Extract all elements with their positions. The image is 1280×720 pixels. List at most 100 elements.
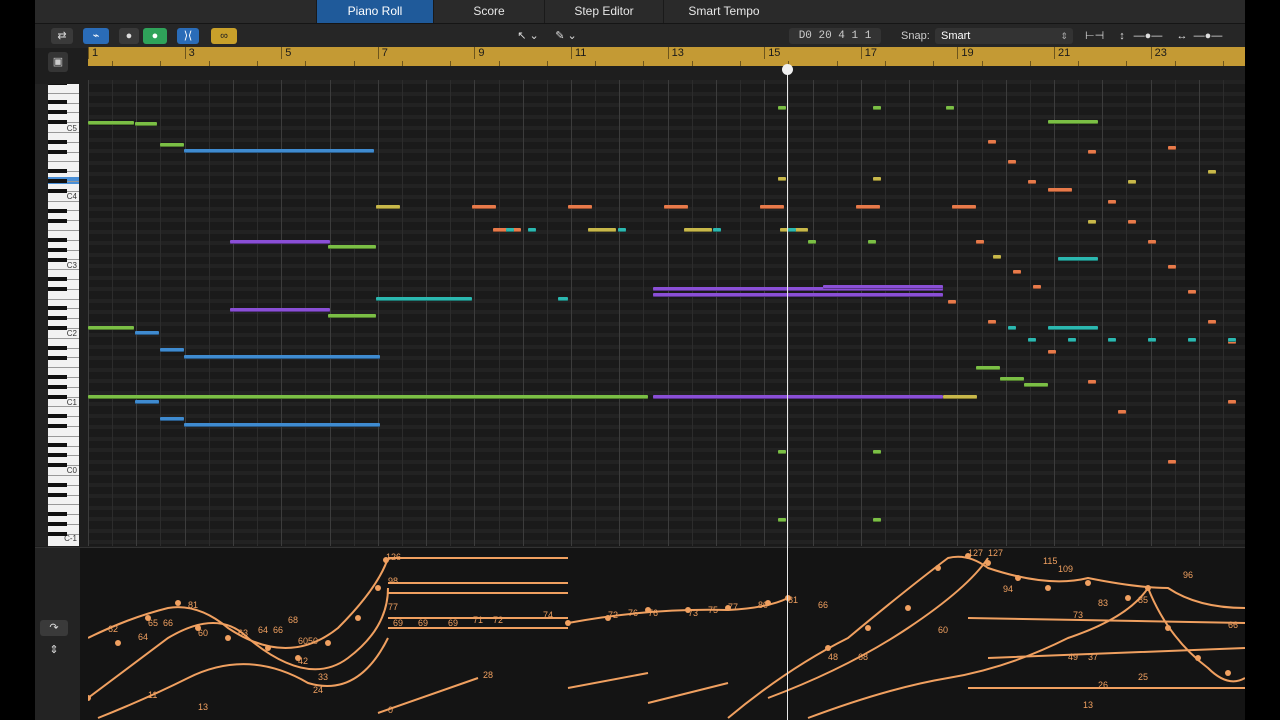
midi-note[interactable]: [1118, 410, 1126, 414]
midi-note[interactable]: [1148, 240, 1156, 244]
catch-playhead-icon[interactable]: ▣: [48, 52, 68, 72]
midi-note[interactable]: [778, 177, 786, 181]
black-key[interactable]: [48, 493, 67, 497]
tab-score[interactable]: Score: [433, 0, 544, 23]
black-key[interactable]: [48, 306, 67, 311]
midi-note[interactable]: [160, 348, 184, 352]
midi-note[interactable]: [1188, 338, 1196, 342]
black-key[interactable]: [48, 237, 67, 242]
black-key[interactable]: [48, 257, 67, 262]
tab-step-editor[interactable]: Step Editor: [544, 0, 663, 23]
black-key[interactable]: [48, 189, 67, 193]
midi-note[interactable]: [88, 326, 134, 330]
stepper-icon[interactable]: ⇕: [40, 642, 68, 658]
midi-note[interactable]: [856, 205, 880, 209]
black-key[interactable]: [48, 483, 67, 487]
automation-point[interactable]: [115, 640, 121, 646]
midi-note[interactable]: [778, 518, 786, 522]
black-key[interactable]: [48, 150, 67, 154]
midi-note[interactable]: [993, 255, 1001, 259]
automation-point[interactable]: [1195, 655, 1201, 661]
midi-note[interactable]: [1088, 220, 1096, 224]
midi-note[interactable]: [1028, 180, 1036, 184]
midi-note[interactable]: [230, 240, 330, 244]
midi-note[interactable]: [988, 140, 996, 144]
automation-curve[interactable]: [807, 585, 1245, 719]
automation-point[interactable]: [1225, 670, 1231, 676]
midi-note[interactable]: [135, 331, 159, 335]
black-key[interactable]: [48, 345, 67, 350]
black-key[interactable]: [48, 384, 67, 389]
midi-note[interactable]: [664, 205, 688, 209]
black-key[interactable]: [48, 208, 67, 213]
note-grid[interactable]: [88, 80, 1245, 546]
black-key[interactable]: [48, 120, 67, 125]
black-key[interactable]: [48, 140, 67, 144]
midi-note[interactable]: [788, 228, 796, 232]
midi-note[interactable]: [160, 143, 184, 147]
midi-note[interactable]: [1048, 350, 1056, 354]
black-key[interactable]: [48, 453, 67, 458]
velocity-automation-graph[interactable]: 126987769 69816265 6664 606863 64 6660 5042332…: [88, 548, 1245, 720]
midi-note[interactable]: [528, 228, 536, 232]
midi-note[interactable]: [1168, 460, 1176, 464]
automation-point[interactable]: [265, 645, 271, 651]
midi-note[interactable]: [472, 205, 496, 209]
midi-note[interactable]: [1033, 285, 1041, 289]
vertical-zoom-slider[interactable]: —●—: [1131, 28, 1165, 44]
black-key[interactable]: [48, 287, 67, 292]
midi-note[interactable]: [760, 205, 784, 209]
midi-note[interactable]: [618, 228, 626, 232]
midi-note[interactable]: [1208, 320, 1216, 324]
midi-note[interactable]: [976, 240, 984, 244]
automation-point[interactable]: [1015, 575, 1021, 581]
automation-curve[interactable]: [377, 672, 729, 714]
midi-note[interactable]: [1008, 160, 1016, 164]
midi-note[interactable]: [778, 450, 786, 454]
automation-point[interactable]: [1165, 625, 1171, 631]
automation-curve[interactable]: [727, 555, 1245, 719]
midi-note[interactable]: [376, 205, 400, 209]
midi-note[interactable]: [1058, 257, 1098, 261]
midi-out-icon[interactable]: ●: [143, 28, 167, 44]
midi-note[interactable]: [328, 314, 376, 318]
midi-note[interactable]: [1008, 326, 1016, 330]
midi-note[interactable]: [1128, 180, 1136, 184]
midi-note[interactable]: [976, 366, 1000, 370]
midi-note[interactable]: [184, 149, 374, 153]
midi-note[interactable]: [1028, 338, 1036, 342]
midi-note[interactable]: [88, 395, 648, 399]
black-key[interactable]: [48, 247, 67, 252]
automation-curve-icon[interactable]: ↷: [40, 620, 68, 636]
pencil-tool-icon[interactable]: ✎ ⌄: [551, 28, 581, 44]
black-key[interactable]: [48, 355, 67, 360]
midi-note[interactable]: [135, 122, 157, 126]
midi-note[interactable]: [568, 205, 592, 209]
automation-curve[interactable]: [967, 617, 1245, 689]
midi-note[interactable]: [1128, 220, 1136, 224]
midi-note[interactable]: [873, 177, 881, 181]
midi-in-icon[interactable]: ●: [119, 28, 139, 44]
automation-curve[interactable]: [88, 587, 389, 699]
black-key[interactable]: [48, 84, 67, 86]
midi-note[interactable]: [160, 417, 184, 421]
black-key[interactable]: [48, 100, 67, 105]
midi-note[interactable]: [1168, 265, 1176, 269]
midi-note[interactable]: [713, 228, 721, 232]
pointer-tool-icon[interactable]: ↖ ⌄: [513, 28, 543, 44]
automation-point[interactable]: [865, 625, 871, 631]
black-key[interactable]: [48, 414, 67, 419]
midi-note[interactable]: [88, 121, 134, 125]
midi-note[interactable]: [653, 395, 943, 399]
automation-point[interactable]: [225, 635, 231, 641]
black-key[interactable]: [48, 512, 67, 516]
automation-point[interactable]: [1085, 580, 1091, 586]
midi-note[interactable]: [653, 293, 943, 297]
midi-note[interactable]: [1068, 338, 1076, 342]
automation-point[interactable]: [1125, 595, 1131, 601]
midi-note[interactable]: [184, 355, 380, 359]
midi-note[interactable]: [1108, 200, 1116, 204]
black-key[interactable]: [48, 532, 67, 536]
playhead[interactable]: [787, 66, 788, 720]
midi-note[interactable]: [1148, 338, 1156, 342]
